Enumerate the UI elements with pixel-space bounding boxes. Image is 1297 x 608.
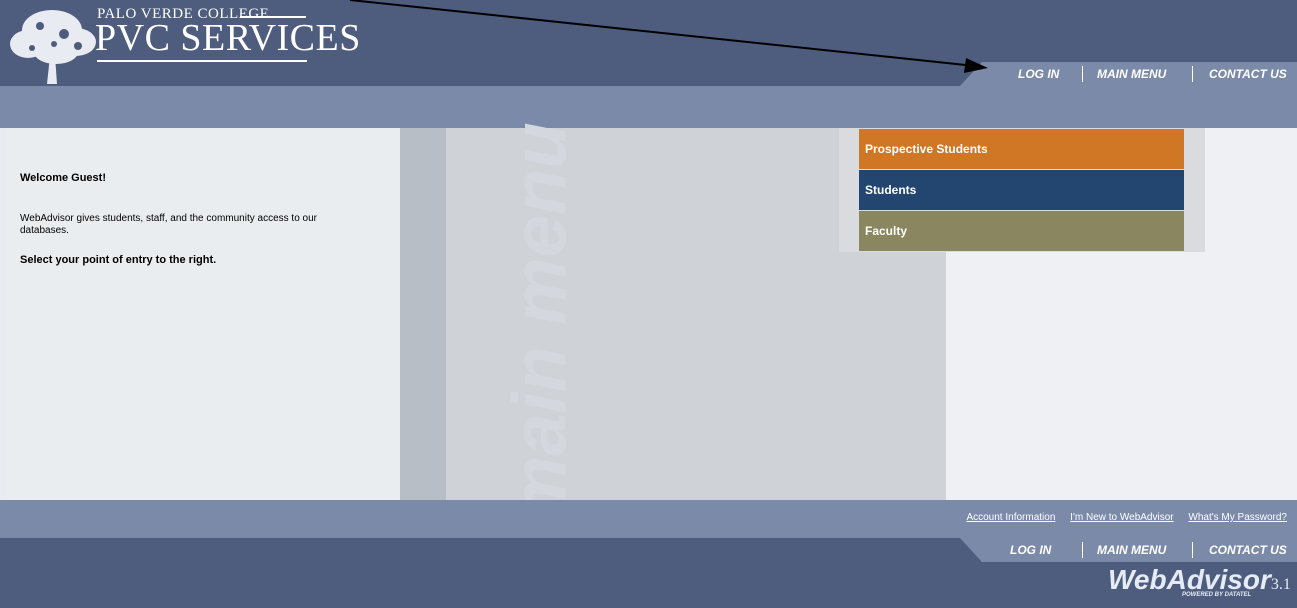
tree-logo-icon bbox=[10, 10, 96, 84]
brand-name: WebAdvisor bbox=[1108, 564, 1271, 595]
menu-prospective-students[interactable]: Prospective Students bbox=[859, 129, 1184, 169]
header-band bbox=[0, 86, 1297, 128]
bottom-nav: Log In Main Menu Contact Us bbox=[960, 538, 1297, 562]
password-link[interactable]: What's My Password? bbox=[1188, 512, 1287, 523]
main-menu-watermark: main menu bbox=[497, 122, 583, 524]
nav-log-in[interactable]: Log In bbox=[1010, 538, 1051, 562]
account-information-link[interactable]: Account Information bbox=[966, 512, 1055, 523]
powered-by: POWERED BY DATATEL bbox=[1182, 592, 1252, 598]
top-nav: Log In Main Menu Contact Us bbox=[960, 62, 1297, 86]
nav-divider bbox=[1082, 542, 1083, 558]
nav-main-menu[interactable]: Main Menu bbox=[1097, 538, 1166, 562]
nav-divider bbox=[1192, 66, 1193, 82]
welcome-heading: Welcome Guest! bbox=[20, 172, 106, 184]
nav-main-menu[interactable]: Main Menu bbox=[1097, 62, 1166, 86]
site-title: PVC SERVICES bbox=[95, 17, 361, 59]
entry-instruction: Select your point of entry to the right. bbox=[20, 254, 217, 266]
main-menu-stripe bbox=[400, 128, 446, 500]
new-to-webadvisor-link[interactable]: I'm New to WebAdvisor bbox=[1070, 512, 1173, 523]
nav-contact-us[interactable]: Contact Us bbox=[1209, 538, 1287, 562]
nav-divider bbox=[1192, 542, 1193, 558]
menu-faculty[interactable]: Faculty bbox=[859, 211, 1184, 251]
nav-contact-us[interactable]: Contact Us bbox=[1209, 62, 1287, 86]
nav-divider bbox=[1082, 66, 1083, 82]
title-underline bbox=[97, 60, 307, 62]
nav-log-in[interactable]: Log In bbox=[1018, 62, 1059, 86]
welcome-description: WebAdvisor gives students, staff, and th… bbox=[20, 213, 317, 236]
menu-students[interactable]: Students bbox=[859, 170, 1184, 210]
footer-links: Account Information I'm New to WebAdviso… bbox=[954, 512, 1287, 523]
brand-version: 3.1 bbox=[1270, 576, 1291, 593]
